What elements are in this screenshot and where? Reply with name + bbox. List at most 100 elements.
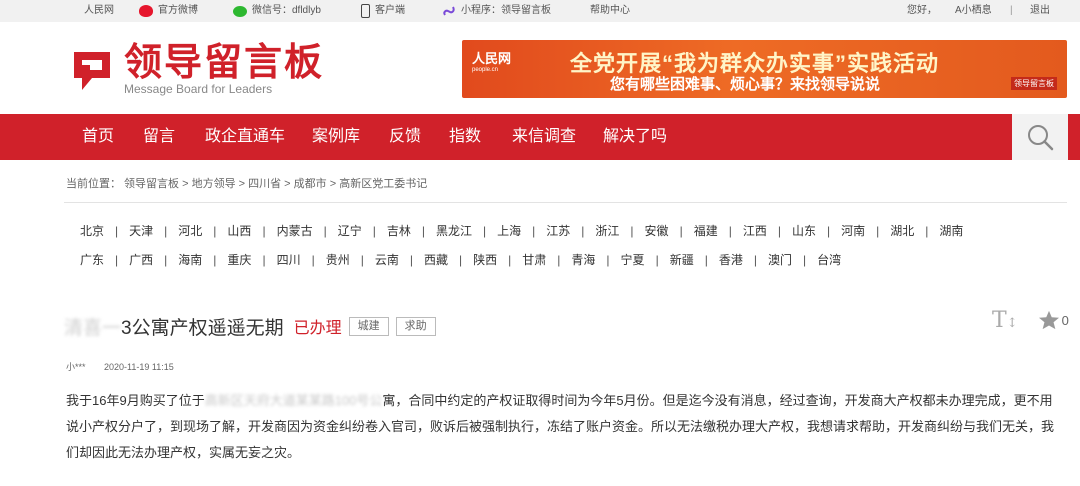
province-separator: | [508, 253, 512, 267]
message-title: 清喜一3公寓产权遥遥无期 [64, 313, 284, 340]
province-link[interactable]: 河北 [178, 222, 202, 239]
province-link[interactable]: 甘肃 [522, 251, 546, 268]
top-bar: 人民网 官方微博 微信号：dfldlyb 客户端 小程序：领导留言板 帮助中心 … [0, 0, 1080, 22]
topbar-greeting: 您好， [907, 0, 937, 22]
province-separator: | [409, 253, 413, 267]
province-separator: | [164, 253, 168, 267]
topbar-label: 帮助中心 [590, 5, 630, 16]
province-link[interactable]: 上海 [497, 222, 521, 239]
banner-brand: 人民网 people.cn [472, 51, 512, 73]
nav-message[interactable]: 留言 [143, 114, 175, 160]
campaign-banner[interactable]: 人民网 people.cn 全党开展“我为群众办实事”实践活动 您有哪些困难事、… [462, 40, 1067, 98]
province-separator: | [826, 224, 831, 238]
font-size-icon[interactable]: T↕ [992, 308, 1018, 333]
province-link[interactable]: 广东 [80, 251, 104, 268]
search-button[interactable] [1012, 114, 1068, 160]
province-link[interactable]: 四川 [277, 251, 301, 268]
site-logo-title[interactable]: 领导留言板 [124, 42, 324, 84]
province-link[interactable]: 澳门 [768, 251, 792, 268]
nav-enterprise-channel[interactable]: 政企直通车 [205, 114, 285, 160]
province-separator: | [655, 253, 659, 267]
province-separator: | [115, 253, 119, 267]
province-link[interactable]: 重庆 [227, 251, 251, 268]
topbar-link-app[interactable]: 客户端 [361, 0, 405, 22]
province-link[interactable]: 陕西 [473, 251, 497, 268]
star-icon[interactable] [1038, 310, 1060, 330]
site-header: 领导留言板 Message Board for Leaders 人民网 peop… [0, 22, 1080, 114]
province-separator: | [323, 224, 327, 238]
province-separator: | [606, 253, 610, 267]
province-link[interactable]: 河南 [841, 222, 865, 239]
province-link[interactable]: 吉林 [387, 222, 411, 239]
topbar-link-weibo[interactable]: 官方微博 [139, 0, 198, 22]
province-link[interactable]: 云南 [375, 251, 399, 268]
province-link[interactable]: 海南 [178, 251, 202, 268]
province-link[interactable]: 香港 [719, 251, 743, 268]
province-link[interactable]: 安徽 [645, 222, 669, 239]
province-separator: | [557, 253, 561, 267]
province-separator: | [360, 253, 364, 267]
topbar-link-miniprogram[interactable]: 小程序：领导留言板 [442, 0, 551, 22]
province-link[interactable]: 黑龙江 [436, 222, 472, 239]
topbar-label: 小程序：领导留言板 [461, 5, 551, 16]
province-link[interactable]: 青海 [571, 251, 595, 268]
nav-letter-survey[interactable]: 来信调查 [512, 114, 576, 160]
topbar-label: 人民网 [84, 5, 114, 16]
miniprogram-icon [443, 6, 455, 16]
main-nav: 首页 留言 政企直通车 案例库 反馈 指数 来信调查 解决了吗 [0, 114, 1080, 160]
province-separator: | [213, 224, 217, 238]
topbar-user-link[interactable]: A小栖息 [955, 0, 992, 22]
province-separator: | [679, 224, 683, 238]
province-link[interactable]: 天津 [129, 222, 153, 239]
province-link[interactable]: 台湾 [817, 251, 841, 268]
province-link[interactable]: 新疆 [670, 251, 694, 268]
province-link[interactable]: 湖北 [890, 222, 914, 239]
province-link[interactable]: 广西 [129, 251, 153, 268]
topbar-link-people[interactable]: 人民网 [84, 0, 114, 22]
province-link[interactable]: 西藏 [424, 251, 448, 268]
province-separator: | [777, 224, 781, 238]
tag-type[interactable]: 求助 [395, 316, 436, 336]
nav-case-library[interactable]: 案例库 [312, 114, 360, 160]
province-separator: | [421, 224, 425, 238]
nav-feedback[interactable]: 反馈 [389, 114, 421, 160]
tag-category[interactable]: 城建 [348, 316, 389, 336]
province-link[interactable]: 福建 [694, 222, 718, 239]
province-link[interactable]: 江苏 [546, 222, 570, 239]
nav-home[interactable]: 首页 [82, 114, 114, 160]
province-link[interactable]: 江西 [743, 222, 767, 239]
province-separator: | [213, 253, 217, 267]
province-link[interactable]: 湖南 [939, 222, 963, 239]
province-link[interactable]: 北京 [80, 222, 104, 239]
province-separator: | [876, 224, 880, 238]
province-link[interactable]: 辽宁 [338, 222, 362, 239]
divider [64, 202, 1067, 203]
message-meta: 小*** 2020-11-19 11:15 [66, 360, 174, 373]
topbar-link-help[interactable]: 帮助中心 [590, 0, 630, 22]
message-body: 我于16年9月购买了位于高新区天府大道某某路100号公寓，合同中约定的产权证取得… [66, 388, 1058, 466]
province-link[interactable]: 内蒙古 [277, 222, 313, 239]
province-link[interactable]: 山东 [792, 222, 816, 239]
banner-mini-logo: 领导留言板 [1011, 77, 1057, 90]
greeting-text: 您好， [907, 5, 937, 16]
province-separator: | [115, 224, 119, 238]
message-tools: T↕ 0 [992, 308, 1069, 333]
status-badge: 已办理 [293, 320, 342, 337]
breadcrumb: 当前位置： 领导留言板 > 地方领导 > 四川省 > 成都市 > 高新区党工委书… [66, 178, 428, 190]
province-link[interactable]: 山西 [227, 222, 251, 239]
site-logo-icon[interactable] [68, 48, 114, 94]
search-icon [1028, 125, 1054, 151]
province-separator: | [262, 224, 266, 238]
logout-link[interactable]: 退出 [1030, 0, 1050, 22]
mobile-phone-icon [361, 4, 370, 18]
topbar-divider: | [1010, 5, 1013, 16]
topbar-link-wechat[interactable]: 微信号：dfldlyb [233, 0, 321, 22]
province-separator: | [925, 224, 929, 238]
nav-resolved[interactable]: 解决了吗 [603, 114, 667, 160]
nav-index[interactable]: 指数 [449, 114, 481, 160]
province-link[interactable]: 宁夏 [621, 251, 645, 268]
province-link[interactable]: 贵州 [326, 251, 350, 268]
province-separator: | [753, 253, 757, 267]
topbar-label: 微信号：dfldlyb [252, 5, 321, 16]
province-link[interactable]: 浙江 [595, 222, 619, 239]
